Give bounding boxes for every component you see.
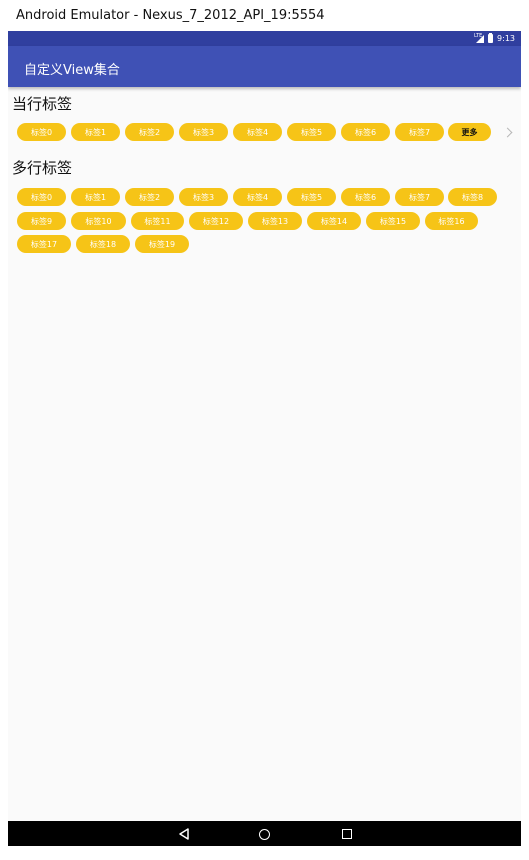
multi-line-tag[interactable]: 标签16	[425, 212, 478, 230]
chevron-right-icon[interactable]	[502, 127, 513, 138]
multi-line-tag[interactable]: 标签11	[131, 212, 184, 230]
device-screen: LTE 9:13 自定义View集合 当行标签 多行标签 标签0 标签1 标签2 标签…	[8, 31, 521, 846]
nav-back-icon[interactable]	[178, 828, 190, 840]
nav-recent-icon[interactable]	[342, 829, 352, 839]
multi-line-tag[interactable]: 标签8	[448, 188, 497, 206]
status-time: 9:13	[497, 34, 515, 43]
window-titlebar: Android Emulator - Nexus_7_2012_API_19:5…	[0, 0, 529, 31]
multi-line-tag[interactable]: 标签17	[17, 235, 71, 253]
more-button[interactable]: 更多	[448, 123, 491, 141]
signal-icon: LTE	[474, 33, 485, 43]
multi-line-tag[interactable]: 标签5	[287, 188, 336, 206]
multi-line-tag[interactable]: 标签9	[17, 212, 66, 230]
single-line-tag[interactable]: 标签2	[125, 123, 174, 141]
multi-line-tag[interactable]: 标签2	[125, 188, 174, 206]
multi-line-tag[interactable]: 标签0	[17, 188, 66, 206]
app-bar: 自定义View集合	[8, 46, 521, 87]
single-line-tag[interactable]: 标签7	[395, 123, 444, 141]
multi-line-tag[interactable]: 标签7	[395, 188, 444, 206]
single-line-tag[interactable]: 标签1	[71, 123, 120, 141]
single-line-tag[interactable]: 标签5	[287, 123, 336, 141]
nav-home-icon[interactable]	[259, 829, 270, 840]
multi-line-tag[interactable]: 标签19	[135, 235, 189, 253]
battery-icon	[488, 33, 494, 43]
multi-line-tag[interactable]: 标签15	[366, 212, 420, 230]
single-line-tag[interactable]: 标签4	[233, 123, 282, 141]
multi-line-title: 多行标签	[12, 159, 73, 177]
multi-line-tag[interactable]: 标签10	[71, 212, 126, 230]
app-title: 自定义View集合	[24, 63, 120, 78]
multi-line-tag[interactable]: 标签14	[307, 212, 361, 230]
multi-line-tag[interactable]: 标签6	[341, 188, 390, 206]
navigation-bar	[8, 821, 521, 846]
window-title: Android Emulator - Nexus_7_2012_API_19:5…	[16, 8, 325, 23]
status-bar: LTE 9:13	[8, 31, 521, 46]
single-line-tag[interactable]: 标签0	[17, 123, 66, 141]
multi-line-tag[interactable]: 标签1	[71, 188, 120, 206]
single-line-title: 当行标签	[12, 95, 73, 113]
multi-line-tag[interactable]: 标签18	[76, 235, 130, 253]
multi-line-tag[interactable]: 标签3	[179, 188, 228, 206]
multi-line-tag[interactable]: 标签13	[248, 212, 302, 230]
single-line-tag[interactable]: 标签3	[179, 123, 228, 141]
multi-line-tag[interactable]: 标签4	[233, 188, 282, 206]
multi-line-tag[interactable]: 标签12	[189, 212, 243, 230]
emulator-window: Android Emulator - Nexus_7_2012_API_19:5…	[0, 0, 529, 860]
single-line-tag[interactable]: 标签6	[341, 123, 390, 141]
